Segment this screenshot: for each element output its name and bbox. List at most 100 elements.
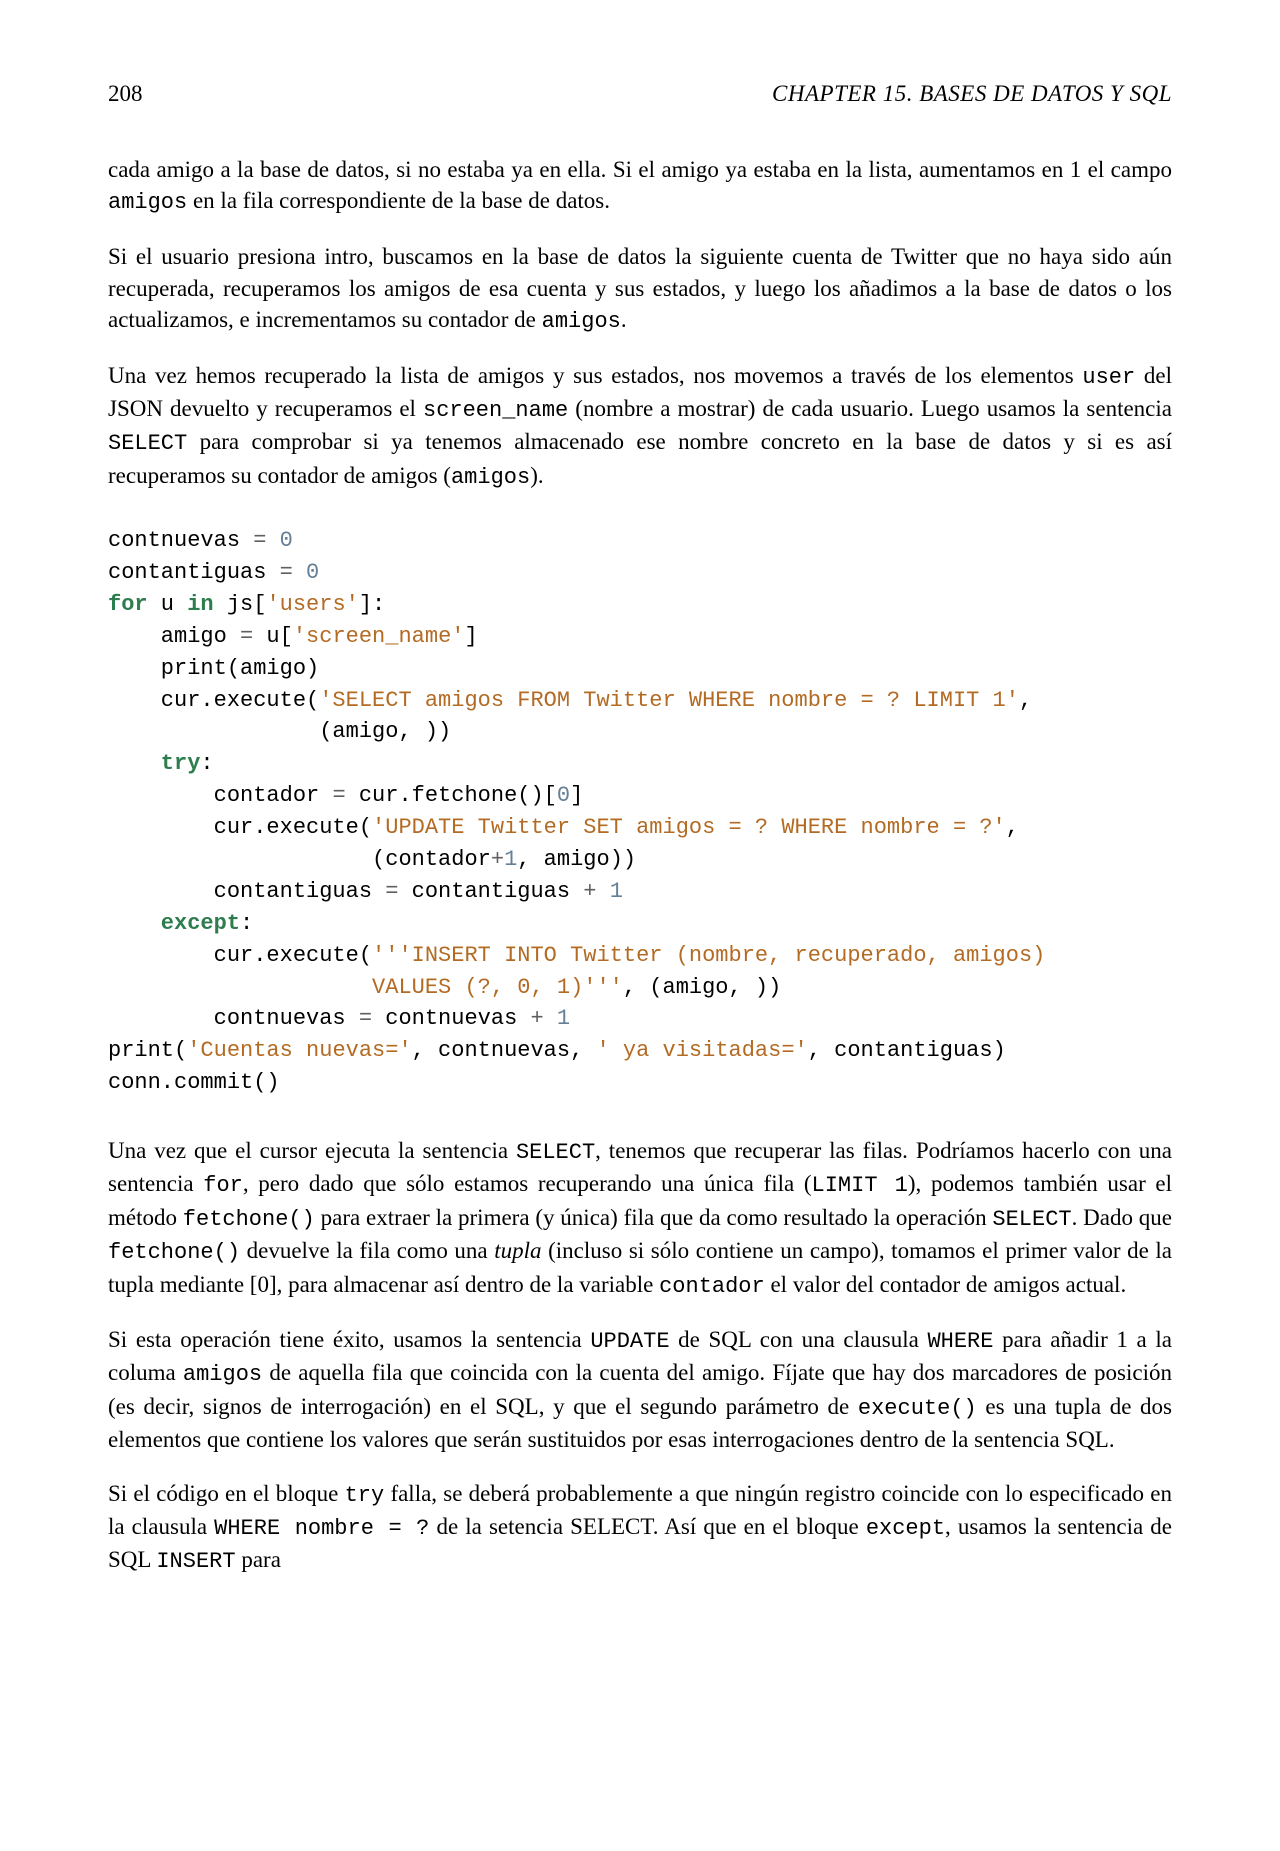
code-inline: amigos xyxy=(451,465,530,490)
code-text: contantiguas xyxy=(108,879,385,904)
text: para comprobar si ya tenemos almacenado … xyxy=(108,429,1172,487)
text: de SQL con una clausula xyxy=(670,1327,928,1352)
paragraph-3: Una vez hemos recuperado la lista de ami… xyxy=(108,360,1172,493)
text: en la fila correspondiente de la base de… xyxy=(187,188,610,213)
code-inline: SELECT xyxy=(516,1140,595,1165)
paragraph-6: Si el código en el bloque try falla, se … xyxy=(108,1478,1172,1578)
paragraph-5: Si esta operación tiene éxito, usamos la… xyxy=(108,1324,1172,1456)
code-text xyxy=(597,879,610,904)
text: (nombre a mostrar) de cada usuario. Lueg… xyxy=(568,396,1172,421)
text: Si el usuario presiona intro, buscamos e… xyxy=(108,244,1172,332)
code-text: js[ xyxy=(214,592,267,617)
paragraph-2: Si el usuario presiona intro, buscamos e… xyxy=(108,241,1172,338)
code-text: , contantiguas) xyxy=(808,1038,1006,1063)
code-text: , amigo)) xyxy=(517,847,636,872)
text: ). xyxy=(530,463,543,488)
code-inline: except xyxy=(866,1516,945,1541)
paragraph-1: cada amigo a la base de datos, si no est… xyxy=(108,154,1172,219)
code-text: cur.execute( xyxy=(108,815,372,840)
code-text xyxy=(266,528,279,553)
code-text: cur.execute( xyxy=(108,688,319,713)
text: para xyxy=(236,1547,281,1572)
code-inline: fetchone() xyxy=(183,1207,315,1232)
code-inline: SELECT xyxy=(992,1207,1071,1232)
code-text xyxy=(544,1006,557,1031)
code-text: ] xyxy=(464,624,477,649)
code-op: + xyxy=(491,847,504,872)
code-inline: contador xyxy=(659,1274,765,1299)
code-op: = xyxy=(240,624,253,649)
code-number: 1 xyxy=(504,847,517,872)
code-op: = xyxy=(253,528,266,553)
text: devuelve la fila como una xyxy=(240,1238,494,1263)
code-inline: fetchone() xyxy=(108,1240,240,1265)
code-op: + xyxy=(530,1006,543,1031)
code-text: (amigo, )) xyxy=(108,719,451,744)
code-inline: INSERT xyxy=(156,1549,235,1574)
code-text: print( xyxy=(108,1038,187,1063)
code-string: 'Cuentas nuevas=' xyxy=(187,1038,411,1063)
code-text: conn.commit() xyxy=(108,1070,280,1095)
code-text: contador xyxy=(108,783,332,808)
code-text: , xyxy=(1006,815,1019,840)
code-inline: WHERE nombre = ? xyxy=(214,1516,429,1541)
code-string: 'SELECT amigos FROM Twitter WHERE nombre… xyxy=(319,688,1019,713)
code-inline: execute() xyxy=(858,1396,977,1421)
code-keyword: in xyxy=(187,592,213,617)
code-op: = xyxy=(332,783,345,808)
code-text: u xyxy=(148,592,188,617)
code-number: 0 xyxy=(280,528,293,553)
code-string: 'users' xyxy=(266,592,358,617)
code-text: , (amigo, )) xyxy=(623,975,781,1000)
page-number: 208 xyxy=(108,78,143,110)
code-inline: screen_name xyxy=(423,398,568,423)
code-text: ]: xyxy=(359,592,385,617)
code-op: = xyxy=(280,560,293,585)
code-string: '''INSERT INTO Twitter (nombre, recupera… xyxy=(372,943,1045,968)
text: Si el código en el bloque xyxy=(108,1481,345,1506)
code-keyword: except xyxy=(108,911,240,936)
text: . Dado que xyxy=(1072,1205,1172,1230)
code-text: , contnuevas, xyxy=(412,1038,597,1063)
text: Una vez que el cursor ejecuta la sentenc… xyxy=(108,1138,516,1163)
code-text: contantiguas xyxy=(108,560,280,585)
code-text: print(amigo) xyxy=(108,656,319,681)
chapter-title: CHAPTER 15. BASES DE DATOS Y SQL xyxy=(772,78,1172,110)
code-number: 1 xyxy=(610,879,623,904)
code-text: contantiguas xyxy=(398,879,583,904)
text: Si esta operación tiene éxito, usamos la… xyxy=(108,1327,590,1352)
code-inline: for xyxy=(203,1173,243,1198)
code-inline: try xyxy=(345,1483,385,1508)
text: el valor del contador de amigos actual. xyxy=(765,1272,1126,1297)
code-inline: SELECT xyxy=(108,431,187,456)
code-string: 'screen_name' xyxy=(293,624,465,649)
text: cada amigo a la base de datos, si no est… xyxy=(108,157,1172,182)
code-text: , xyxy=(1019,688,1032,713)
code-text: cur.execute( xyxy=(108,943,372,968)
code-text: contnuevas xyxy=(108,1006,359,1031)
text: . xyxy=(621,307,627,332)
code-op: = xyxy=(385,879,398,904)
code-text: : xyxy=(240,911,253,936)
text: Una vez hemos recuperado la lista de ami… xyxy=(108,363,1082,388)
code-string: ' ya visitadas=' xyxy=(597,1038,808,1063)
code-text: amigo xyxy=(108,624,240,649)
code-number: 0 xyxy=(306,560,319,585)
code-text: (contador xyxy=(108,847,491,872)
code-text: cur.fetchone()[ xyxy=(346,783,557,808)
code-text: contnuevas xyxy=(108,528,253,553)
code-op: = xyxy=(359,1006,372,1031)
code-number: 0 xyxy=(557,783,570,808)
code-op: + xyxy=(583,879,596,904)
code-block: contnuevas = 0 contantiguas = 0 for u in… xyxy=(108,525,1172,1099)
text: , pero dado que sólo estamos recuperando… xyxy=(243,1171,812,1196)
code-inline: WHERE xyxy=(927,1329,993,1354)
code-string: VALUES (?, 0, 1)''' xyxy=(108,975,623,1000)
code-number: 1 xyxy=(557,1006,570,1031)
code-text: contnuevas xyxy=(372,1006,530,1031)
code-inline: UPDATE xyxy=(590,1329,669,1354)
paragraph-4: Una vez que el cursor ejecuta la sentenc… xyxy=(108,1135,1172,1302)
code-string: 'UPDATE Twitter SET amigos = ? WHERE nom… xyxy=(372,815,1006,840)
italic-term: tupla xyxy=(494,1238,541,1263)
page-header: 208 CHAPTER 15. BASES DE DATOS Y SQL xyxy=(108,78,1172,110)
